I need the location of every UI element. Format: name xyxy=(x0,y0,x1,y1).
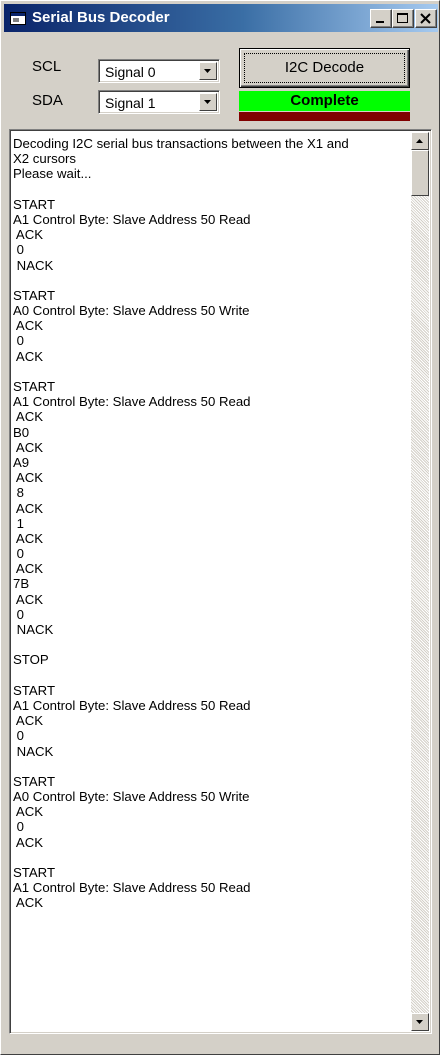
scl-dropdown-button[interactable] xyxy=(199,62,217,80)
log-line: 0 xyxy=(13,606,24,622)
scl-label: SCL xyxy=(32,58,62,75)
log-line: ACK xyxy=(13,530,44,546)
log-line: ACK xyxy=(13,409,44,425)
log-line: START xyxy=(13,682,56,698)
log-line: A0 Control Byte: Slave Address 50 Write xyxy=(13,303,250,319)
log-text: Decoding I2C serial bus transactions bet… xyxy=(13,136,408,911)
log-line: START xyxy=(13,865,56,880)
log-line: ACK xyxy=(13,500,44,516)
log-line: STOP xyxy=(13,652,49,668)
log-line: A1 Control Byte: Slave Address 50 Read xyxy=(13,211,251,227)
log-line: Please wait... xyxy=(13,166,92,182)
vertical-scrollbar[interactable] xyxy=(411,132,429,1031)
log-line: START xyxy=(13,379,56,394)
scl-signal-select[interactable]: Signal 0 xyxy=(98,59,220,83)
status-indicator: Complete xyxy=(239,91,410,111)
log-line: ACK xyxy=(13,318,44,334)
log-line: A1 Control Byte: Slave Address 50 Read xyxy=(13,697,251,713)
log-line: A9 xyxy=(13,454,30,470)
log-line: 0 xyxy=(13,819,24,835)
log-line: 8 xyxy=(13,485,24,501)
log-line: ACK xyxy=(13,713,44,729)
title-bar[interactable]: Serial Bus Decoder xyxy=(4,4,438,32)
log-line: X2 cursors xyxy=(13,151,77,167)
window-title: Serial Bus Decoder xyxy=(32,9,170,26)
log-line: 0 xyxy=(13,546,24,562)
maximize-button[interactable] xyxy=(392,9,414,28)
log-line: 1 xyxy=(13,515,24,531)
log-line: 0 xyxy=(13,242,24,258)
scl-signal-value: Signal 0 xyxy=(105,64,156,80)
sda-signal-select[interactable]: Signal 1 xyxy=(98,90,220,114)
scroll-up-button[interactable] xyxy=(411,132,429,150)
close-icon xyxy=(420,13,431,24)
log-line: START xyxy=(13,773,56,789)
log-line: ACK xyxy=(13,470,44,486)
minimize-icon xyxy=(376,21,384,23)
log-line: A1 Control Byte: Slave Address 50 Read xyxy=(13,880,251,896)
log-line: START xyxy=(13,196,56,212)
decode-output-log[interactable]: Decoding I2C serial bus transactions bet… xyxy=(9,129,432,1034)
log-line: ACK xyxy=(13,804,44,820)
log-line: NACK xyxy=(13,743,54,759)
log-line: A1 Control Byte: Slave Address 50 Read xyxy=(13,394,251,410)
serial-bus-decoder-window: Serial Bus Decoder SCL SDA Signal 0 Sign… xyxy=(0,0,440,1055)
i2c-decode-button[interactable]: I2C Decode xyxy=(239,48,410,88)
sda-label: SDA xyxy=(32,92,63,109)
scroll-down-button[interactable] xyxy=(411,1013,429,1031)
focus-rectangle xyxy=(244,53,405,83)
log-line: 7B xyxy=(13,576,30,592)
scroll-down-arrow-icon xyxy=(416,1020,423,1024)
log-line: ACK xyxy=(13,348,44,364)
app-window-icon[interactable] xyxy=(10,12,26,25)
log-line: NACK xyxy=(13,257,54,273)
log-line: 0 xyxy=(13,333,24,349)
log-line: ACK xyxy=(13,895,44,911)
log-line: NACK xyxy=(13,622,54,637)
log-line: Decoding I2C serial bus transactions bet… xyxy=(13,136,349,151)
log-line: ACK xyxy=(13,439,44,455)
status-indicator-bar xyxy=(239,112,410,121)
log-line: ACK xyxy=(13,561,44,577)
log-line: ACK xyxy=(13,227,44,243)
log-line: 0 xyxy=(13,728,24,744)
chevron-down-icon xyxy=(204,69,211,73)
chevron-down-icon xyxy=(204,100,211,104)
log-line: A0 Control Byte: Slave Address 50 Write xyxy=(13,789,250,805)
log-line: ACK xyxy=(13,834,44,850)
log-line: START xyxy=(13,287,56,303)
scroll-thumb[interactable] xyxy=(411,150,429,196)
log-line: ACK xyxy=(13,591,44,607)
minimize-button[interactable] xyxy=(370,9,392,28)
log-line: B0 xyxy=(13,424,30,440)
maximize-icon xyxy=(397,13,408,23)
close-button[interactable] xyxy=(415,9,437,28)
sda-signal-value: Signal 1 xyxy=(105,95,156,111)
scroll-up-arrow-icon xyxy=(416,139,423,143)
sda-dropdown-button[interactable] xyxy=(199,93,217,111)
